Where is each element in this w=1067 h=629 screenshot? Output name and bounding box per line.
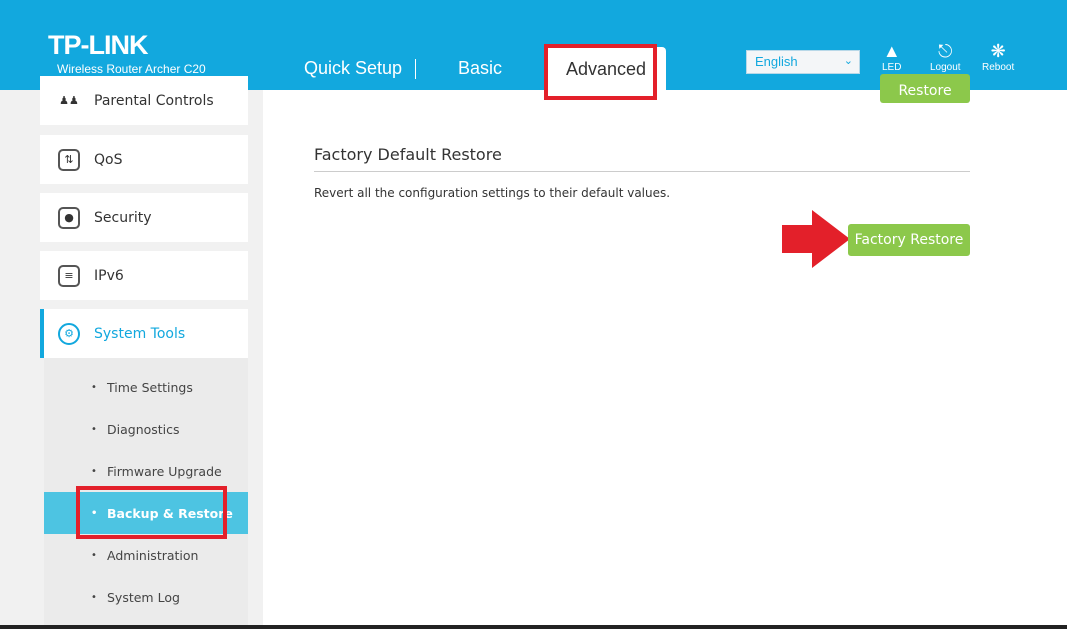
sidebar-item-label: Security (94, 209, 152, 226)
section-title: Factory Default Restore (314, 145, 502, 164)
submenu-time-settings[interactable]: Time Settings (44, 366, 248, 408)
gear-icon: ⚙ (58, 322, 80, 345)
sidebar-item-label: Parental Controls (94, 92, 214, 109)
sidebar-item-label: System Tools (94, 325, 186, 342)
sidebar-item-ipv6[interactable]: ≡ IPv6 (40, 251, 248, 300)
red-arrow-icon (782, 210, 850, 268)
header-overlay (0, 0, 1067, 90)
highlight-backup-restore (76, 486, 227, 539)
bottom-bar (0, 625, 1067, 629)
submenu-system-log[interactable]: System Log (44, 576, 248, 618)
sidebar-item-qos[interactable]: ⇅ QoS (40, 135, 248, 184)
sidebar-item-label: IPv6 (94, 267, 124, 284)
sidebar-item-security[interactable]: ● Security (40, 193, 248, 242)
sidebar-item-system-tools[interactable]: ⚙ System Tools (40, 309, 248, 358)
sidebar-item-label: QoS (94, 151, 123, 168)
qos-icon: ⇅ (58, 148, 80, 171)
parental-controls-icon: ♟♟ (59, 94, 79, 107)
section-description: Revert all the configuration settings to… (314, 186, 671, 200)
factory-restore-button[interactable]: Factory Restore (848, 224, 970, 256)
section-divider (314, 171, 970, 172)
lock-icon: ● (58, 206, 80, 229)
ipv6-icon: ≡ (58, 264, 80, 287)
submenu-administration[interactable]: Administration (44, 534, 248, 576)
submenu-diagnostics[interactable]: Diagnostics (44, 408, 248, 450)
